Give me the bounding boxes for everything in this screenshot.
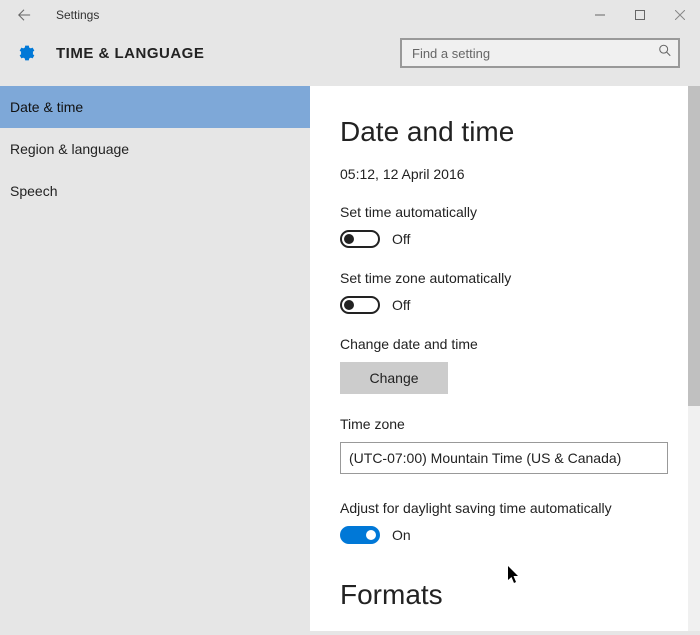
titlebar: Settings (0, 0, 700, 30)
set-time-auto-label: Set time automatically (340, 204, 668, 220)
tz-select[interactable]: (UTC-07:00) Mountain Time (US & Canada) (340, 442, 668, 474)
window-title: Settings (56, 8, 99, 22)
arrow-left-icon (17, 8, 31, 22)
sidebar-item-region-language[interactable]: Region & language (0, 128, 310, 170)
scrollbar-thumb[interactable] (688, 86, 700, 406)
maximize-icon (635, 10, 645, 20)
page-category-title: TIME & LANGUAGE (56, 45, 204, 62)
toggle-knob (366, 530, 376, 540)
scrollbar-track[interactable] (688, 86, 700, 631)
set-time-auto-state: Off (392, 231, 410, 247)
minimize-icon (595, 10, 605, 20)
header: TIME & LANGUAGE (0, 30, 700, 86)
set-tz-auto-label: Set time zone automatically (340, 270, 668, 286)
change-button[interactable]: Change (340, 362, 448, 394)
set-tz-auto-row: Off (340, 296, 668, 314)
dst-state: On (392, 527, 411, 543)
tz-label: Time zone (340, 416, 668, 432)
gear-icon (16, 42, 38, 64)
set-time-auto-row: Off (340, 230, 668, 248)
page-title: Date and time (340, 116, 668, 148)
close-icon (675, 10, 685, 20)
back-button[interactable] (12, 3, 36, 27)
sidebar: Date & time Region & language Speech (0, 86, 310, 631)
sidebar-item-date-time[interactable]: Date & time (0, 86, 310, 128)
dst-label: Adjust for daylight saving time automati… (340, 500, 668, 516)
set-tz-auto-toggle[interactable] (340, 296, 380, 314)
set-time-auto-toggle[interactable] (340, 230, 380, 248)
dst-toggle[interactable] (340, 526, 380, 544)
main: Date & time Region & language Speech Dat… (0, 86, 700, 631)
content: Date and time 05:12, 12 April 2016 Set t… (310, 86, 700, 631)
sidebar-item-speech[interactable]: Speech (0, 170, 310, 212)
dst-row: On (340, 526, 668, 544)
close-button[interactable] (660, 0, 700, 30)
search-icon (658, 44, 672, 63)
minimize-button[interactable] (580, 0, 620, 30)
window-controls (580, 0, 700, 30)
search-wrap (400, 38, 680, 68)
change-dt-label: Change date and time (340, 336, 668, 352)
set-tz-auto-state: Off (392, 297, 410, 313)
maximize-button[interactable] (620, 0, 660, 30)
search-input[interactable] (400, 38, 680, 68)
toggle-knob (344, 300, 354, 310)
tz-value: (UTC-07:00) Mountain Time (US & Canada) (349, 450, 621, 466)
current-datetime: 05:12, 12 April 2016 (340, 166, 668, 182)
formats-heading: Formats (340, 579, 668, 611)
toggle-knob (344, 234, 354, 244)
